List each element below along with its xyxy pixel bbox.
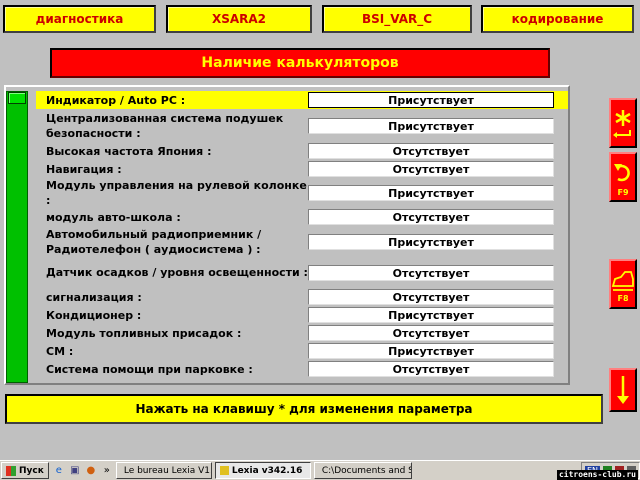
ie-icon[interactable]: e [53,465,65,477]
more-chevron-icon[interactable]: » [101,465,113,477]
ecu-label: CM : [46,344,74,358]
ecu-presence-value[interactable]: Присутствует [308,118,554,134]
app-icon [219,466,229,475]
ecu-label: Кондиционер : [46,308,142,322]
ecu-row[interactable]: Автомобильный радиоприемник / Радиотелеф… [36,226,568,257]
ecu-label: Высокая частота Япония : [46,144,212,158]
ecu-presence-value[interactable]: Присутствует [308,92,554,108]
ecu-presence-value[interactable]: Отсутствует [308,289,554,305]
tab-label: кодирование [511,12,604,26]
ecu-presence-value[interactable]: Отсутствует [308,143,554,159]
ecu-label: Модуль управления на рулевой колонке : [46,178,307,207]
hint-bar[interactable]: Нажать на клавишу * для изменения параме… [5,394,603,424]
ecu-presence-value[interactable]: Отсутствует [308,161,554,177]
car-icon [611,270,634,291]
undo-icon [614,163,630,181]
hint-text: Нажать на клавишу * для изменения параме… [135,402,473,416]
ecu-label: Автомобильный радиоприемник / Радиотелеф… [46,227,262,256]
ecu-label: сигнализация : [46,290,142,304]
task-label: Le bureau Lexia V1.0.11 [123,465,212,476]
ecu-row[interactable]: Централизованная система подушек безопас… [36,111,568,141]
tab-coding[interactable]: кодирование [481,5,634,33]
ecu-presence-value[interactable]: Отсутствует [308,209,554,225]
windows-taskbar: Пуск e ▣ ● » Le bureau Lexia V1.0.11 Lex… [0,460,640,480]
ecu-label: модуль авто-школа : [46,210,181,224]
ecu-row[interactable]: Модуль управления на рулевой колонке : Пр… [36,177,568,208]
ecu-row[interactable]: Система помощи при парковке : Отсутствует [36,360,568,378]
f9-key-label: F9 [617,187,629,197]
ecu-row[interactable]: Датчик осадков / уровня освещенности : От… [36,257,568,288]
status-strip [6,91,28,383]
tab-ecu[interactable]: BSI_VAR_C [322,5,472,33]
arrow-down-icon [617,376,629,404]
ecu-presence-value[interactable]: Отсутствует [308,325,554,341]
ecu-row[interactable]: Модуль топливных присадок : Отсутствует [36,324,568,342]
ecu-label: Индикатор / Auto PC : [46,93,186,107]
task-explorer[interactable]: C:\Documents and Settin... [313,462,412,479]
ecu-row[interactable]: модуль авто-школа : Отсутствует [36,208,568,226]
task-label: Lexia v342.16 [231,465,303,476]
ecu-row[interactable]: CM : Присутствует [36,342,568,360]
tab-diagnostics[interactable]: диагностика [3,5,156,33]
arrow-down-button[interactable] [609,368,637,412]
tab-label: XSARA2 [211,12,267,26]
f8-key-label: F8 [617,293,629,303]
ecu-row[interactable]: Навигация : Отсутствует [36,160,568,178]
start-label: Пуск [19,465,44,476]
star-arrow-button[interactable] [609,98,637,148]
ecu-presence-value[interactable]: Присутствует [308,185,554,201]
star-arrow-icon [613,110,631,138]
ecu-label: Модуль топливных присадок : [46,326,242,340]
undo-button[interactable]: F9 [609,152,637,202]
tab-vehicle[interactable]: XSARA2 [166,5,312,33]
ecu-presence-value[interactable]: Присутствует [308,307,554,323]
page-title: Наличие калькуляторов [50,48,550,78]
ecu-row[interactable]: Индикатор / Auto PC : Присутствует [36,91,568,109]
selection-marker [8,92,26,104]
ecu-presence-value[interactable]: Отсутствует [308,361,554,377]
tab-label: BSI_VAR_C [361,12,433,26]
ecu-presence-value[interactable]: Присутствует [308,234,554,250]
car-button[interactable]: F8 [609,259,637,309]
windows-logo-icon [6,465,16,476]
page-title-text: Наличие калькуляторов [201,55,399,71]
ecu-presence-value[interactable]: Отсутствует [308,265,554,281]
ecu-presence-value[interactable]: Присутствует [308,343,554,359]
ecu-label: Датчик осадков / уровня освещенности : [46,266,308,279]
task-lexia-bureau[interactable]: Le bureau Lexia V1.0.11 [115,462,212,479]
ecu-label: Система помощи при парковке : [46,362,253,376]
ecu-row[interactable]: Кондиционер : Присутствует [36,306,568,324]
ecu-row[interactable]: Высокая частота Япония : Отсутствует [36,142,568,160]
tab-label: диагностика [35,12,124,26]
task-lexia[interactable]: Lexia v342.16 [214,462,311,479]
ecu-row[interactable]: сигнализация : Отсутствует [36,288,568,306]
ecu-label: Централизованная система подушек безопас… [46,112,284,140]
desktop-icon[interactable]: ▣ [69,465,81,477]
task-label: C:\Documents and Settin... [321,465,411,476]
watermark: citroens-club.ru [556,470,638,480]
start-button[interactable]: Пуск [1,462,49,479]
ecu-label: Навигация : [46,162,122,176]
firefox-icon[interactable]: ● [85,465,97,477]
